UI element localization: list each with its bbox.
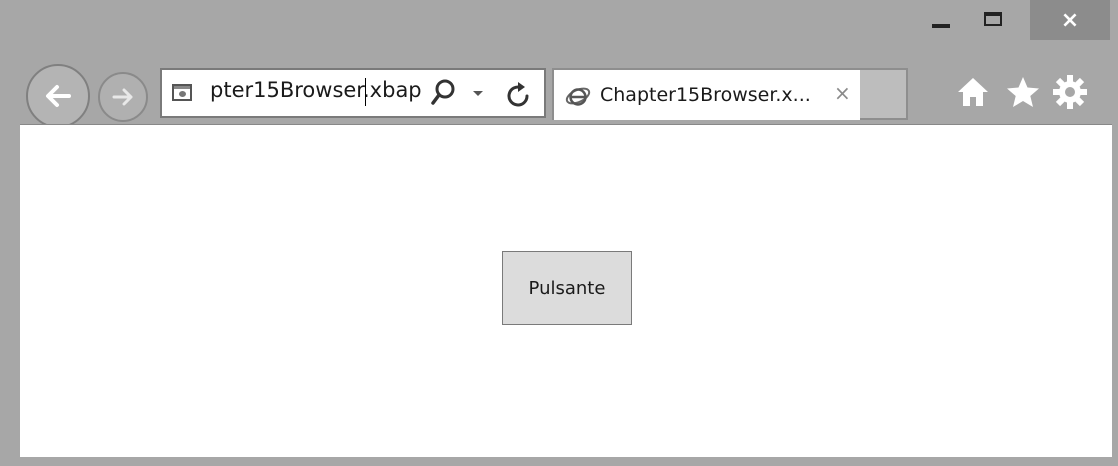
tab[interactable]: Chapter15Browser.x... × (552, 68, 908, 120)
page-icon (172, 84, 192, 101)
browser-window: × pter15Browser.xbap Chapter15Browser.x.… (0, 0, 1118, 466)
chevron-down-icon[interactable] (472, 90, 484, 98)
active-tab[interactable]: Chapter15Browser.x... × (554, 70, 860, 120)
refresh-icon[interactable] (506, 80, 532, 108)
close-button[interactable]: × (1030, 0, 1110, 40)
maximize-icon (984, 12, 1002, 26)
minimize-button[interactable] (918, 0, 964, 38)
address-input[interactable]: pter15Browser.xbap (210, 78, 422, 102)
star-icon[interactable] (1006, 76, 1040, 108)
page-content: Pulsante (20, 124, 1112, 457)
tab-title: Chapter15Browser.x... (600, 84, 811, 106)
back-arrow-icon (46, 85, 71, 107)
pulsante-button[interactable]: Pulsante (502, 251, 632, 325)
forward-button[interactable] (98, 72, 148, 122)
back-button[interactable] (26, 64, 90, 128)
address-bar[interactable]: pter15Browser.xbap (160, 68, 546, 118)
gear-icon[interactable] (1052, 74, 1088, 110)
search-icon[interactable] (430, 78, 458, 108)
minimize-icon (932, 24, 950, 28)
ie-icon (565, 87, 591, 106)
home-icon[interactable] (956, 76, 990, 108)
maximize-button[interactable] (968, 0, 1018, 38)
forward-arrow-icon (112, 88, 133, 106)
text-caret (365, 78, 366, 106)
close-icon: × (1060, 7, 1080, 33)
tab-close-icon[interactable]: × (834, 81, 851, 105)
